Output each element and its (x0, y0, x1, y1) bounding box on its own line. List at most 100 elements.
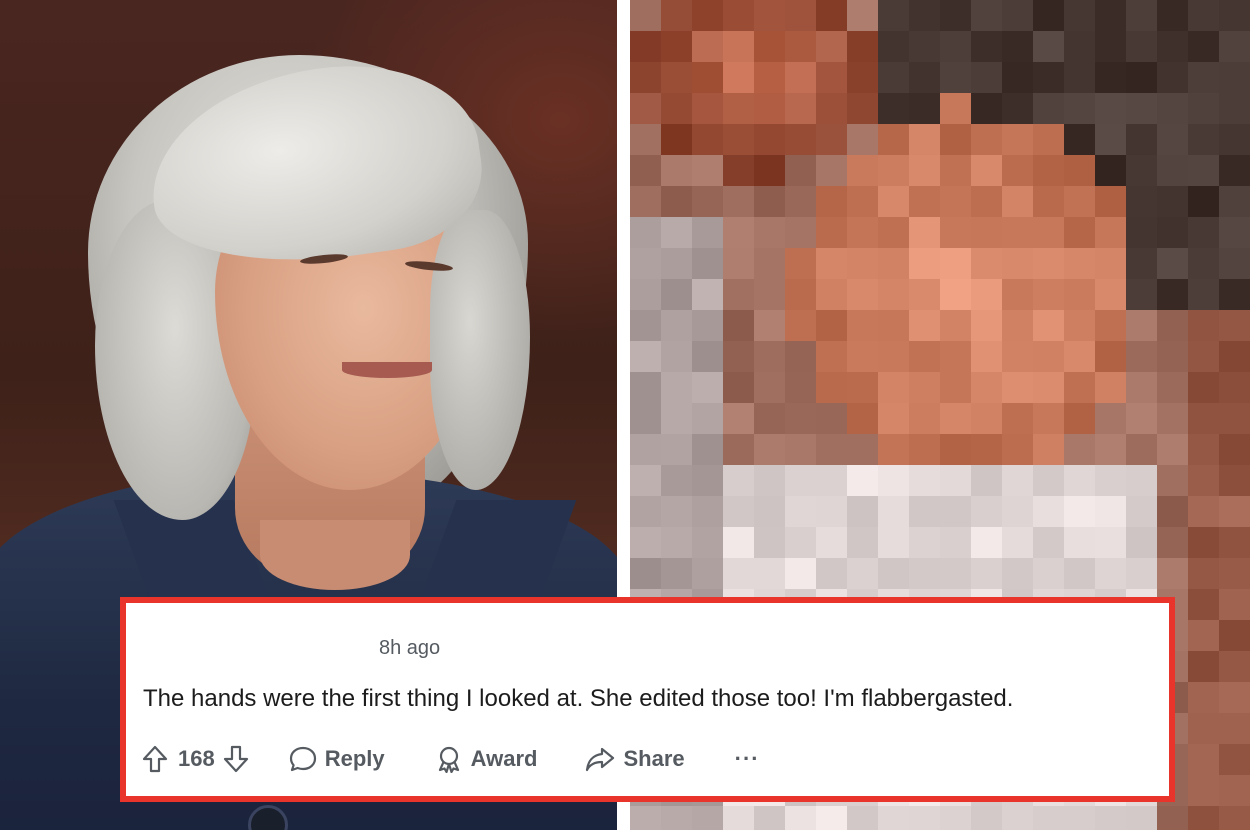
downvote-button[interactable] (223, 745, 249, 773)
mosaic-pixel (692, 465, 723, 496)
mosaic-pixel (940, 341, 971, 372)
mosaic-pixel (1157, 62, 1188, 93)
mosaic-pixel (1219, 31, 1250, 62)
mosaic-pixel (1219, 0, 1250, 31)
mosaic-pixel (909, 403, 940, 434)
more-options-button[interactable]: ··· (735, 746, 760, 772)
mosaic-pixel (1219, 62, 1250, 93)
mosaic-pixel (1095, 155, 1126, 186)
mosaic-pixel (723, 310, 754, 341)
mosaic-pixel (847, 124, 878, 155)
mosaic-pixel (847, 372, 878, 403)
share-button[interactable]: Share (585, 745, 685, 773)
mosaic-pixel (1064, 186, 1095, 217)
ellipsis-icon: ··· (734, 746, 760, 771)
mosaic-pixel (816, 124, 847, 155)
mosaic-pixel (1219, 248, 1250, 279)
mosaic-pixel (878, 434, 909, 465)
mosaic-pixel (754, 124, 785, 155)
mosaic-pixel (1219, 93, 1250, 124)
mosaic-pixel (723, 186, 754, 217)
mosaic-pixel (940, 403, 971, 434)
mosaic-pixel (1033, 31, 1064, 62)
mosaic-pixel (1033, 403, 1064, 434)
mosaic-pixel (1219, 155, 1250, 186)
chest (260, 520, 410, 590)
mosaic-pixel (630, 372, 661, 403)
mosaic-pixel (785, 62, 816, 93)
mosaic-pixel (971, 558, 1002, 589)
mosaic-pixel (1219, 279, 1250, 310)
mosaic-pixel (1188, 434, 1219, 465)
mosaic-pixel (661, 434, 692, 465)
mosaic-pixel (1126, 372, 1157, 403)
mosaic-pixel (785, 124, 816, 155)
mosaic-pixel (1033, 558, 1064, 589)
mosaic-pixel (1126, 806, 1157, 830)
mosaic-pixel (661, 155, 692, 186)
mosaic-pixel (1064, 248, 1095, 279)
mosaic-pixel (661, 93, 692, 124)
mosaic-pixel (1188, 403, 1219, 434)
mosaic-pixel (847, 186, 878, 217)
mosaic-pixel (909, 62, 940, 93)
mosaic-pixel (785, 403, 816, 434)
mosaic-pixel (785, 93, 816, 124)
vote-count: 168 (178, 746, 215, 771)
mosaic-pixel (1157, 434, 1188, 465)
share-label: Share (623, 746, 685, 771)
mosaic-pixel (1033, 62, 1064, 93)
reply-button[interactable]: Reply (289, 745, 385, 773)
mosaic-pixel (847, 558, 878, 589)
mosaic-pixel (630, 93, 661, 124)
mosaic-pixel (785, 217, 816, 248)
mosaic-pixel (940, 310, 971, 341)
mosaic-pixel (1064, 217, 1095, 248)
hair-side-right (430, 210, 530, 490)
mosaic-pixel (1095, 496, 1126, 527)
mosaic-pixel (630, 31, 661, 62)
mosaic-pixel (754, 806, 785, 830)
mosaic-pixel (1126, 62, 1157, 93)
mosaic-pixel (630, 124, 661, 155)
mosaic-pixel (971, 496, 1002, 527)
mosaic-pixel (847, 248, 878, 279)
mosaic-pixel (878, 0, 909, 31)
mosaic-pixel (785, 279, 816, 310)
mosaic-pixel (692, 372, 723, 403)
mosaic-pixel (847, 310, 878, 341)
mosaic-pixel (1219, 496, 1250, 527)
mosaic-pixel (692, 186, 723, 217)
mosaic-pixel (723, 403, 754, 434)
mosaic-pixel (909, 217, 940, 248)
mosaic-pixel (692, 31, 723, 62)
mosaic-pixel (1188, 775, 1219, 806)
upvote-button[interactable] (142, 745, 168, 773)
mosaic-pixel (754, 558, 785, 589)
mosaic-pixel (1002, 279, 1033, 310)
mosaic-pixel (1188, 651, 1219, 682)
mosaic-pixel (1002, 93, 1033, 124)
mosaic-pixel (1033, 496, 1064, 527)
mosaic-pixel (1064, 496, 1095, 527)
mosaic-pixel (785, 434, 816, 465)
mosaic-pixel (661, 248, 692, 279)
mosaic-pixel (1188, 744, 1219, 775)
comment-card: 8h ago The hands were the first thing I … (120, 597, 1175, 802)
mosaic-pixel (1188, 558, 1219, 589)
mosaic-pixel (1033, 434, 1064, 465)
mosaic-pixel (909, 0, 940, 31)
mosaic-pixel (1033, 248, 1064, 279)
mosaic-pixel (692, 155, 723, 186)
mosaic-pixel (630, 279, 661, 310)
mosaic-pixel (909, 434, 940, 465)
mosaic-pixel (723, 434, 754, 465)
mosaic-pixel (661, 279, 692, 310)
mosaic-pixel (847, 806, 878, 830)
mosaic-pixel (1157, 124, 1188, 155)
mosaic-pixel (754, 31, 785, 62)
mosaic-pixel (1157, 0, 1188, 31)
award-button[interactable]: Award (435, 745, 537, 773)
mosaic-pixel (1219, 465, 1250, 496)
mosaic-pixel (1095, 62, 1126, 93)
